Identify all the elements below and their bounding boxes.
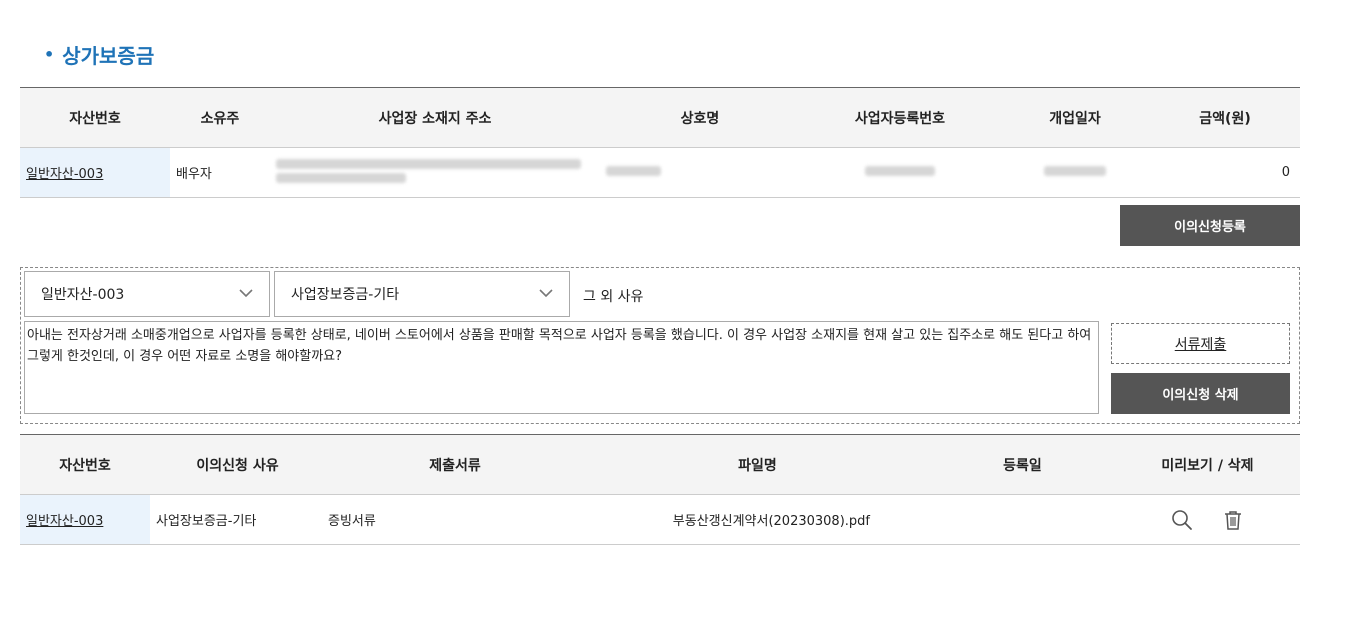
header-asset-no: 자산번호 [20, 87, 170, 148]
header-appeal-reason: 이의신청 사유 [150, 434, 325, 495]
header-open-date: 개업일자 [1000, 87, 1150, 148]
register-appeal-button[interactable]: 이의신청등록 [1120, 205, 1300, 246]
asset-no-link[interactable]: 일반자산-003 [26, 514, 103, 529]
documents-table-header: 자산번호 이의신청 사유 제출서류 파일명 등록일 미리보기 / 삭제 [20, 434, 1300, 495]
header-reg-date: 등록일 [930, 434, 1115, 495]
business-reg-no-cell [800, 147, 1000, 198]
business-name-cell [600, 147, 800, 198]
owner-cell: 배우자 [170, 147, 270, 198]
table-row: 일반자산-003 배우자 0 [20, 147, 1300, 198]
chevron-down-icon [239, 289, 253, 298]
delete-appeal-button[interactable]: 이의신청 삭제 [1111, 373, 1290, 414]
preview-delete-cell [1115, 494, 1300, 545]
redacted-address [276, 158, 600, 187]
bullet-icon: • [44, 45, 55, 64]
header-submitted-docs: 제출서류 [325, 434, 585, 495]
assets-table-header: 자산번호 소유주 사업장 소재지 주소 상호명 사업자등록번호 개업일자 금액(… [20, 87, 1300, 148]
redacted-open-date [1044, 166, 1106, 176]
doc-type-cell: 증빙서류 [325, 494, 585, 545]
section-title-text: 상가보증금 [62, 44, 155, 68]
asset-select[interactable]: 일반자산-003 [24, 271, 270, 317]
header-asset-no: 자산번호 [20, 434, 150, 495]
appeal-form: 일반자산-003 사업장보증금-기타 그 외 사유 아내는 전자상거래 소매중개… [20, 267, 1300, 424]
header-address: 사업장 소재지 주소 [270, 87, 600, 148]
section-title: • 상가보증금 [44, 40, 154, 69]
trash-icon[interactable] [1221, 508, 1245, 532]
header-business-reg-no: 사업자등록번호 [800, 87, 1000, 148]
asset-no-cell: 일반자산-003 [20, 494, 150, 545]
redacted-business-name [606, 166, 661, 176]
submit-documents-button[interactable]: 서류제출 [1111, 323, 1290, 364]
redacted-business-reg-no [865, 166, 935, 176]
reason-other-label: 그 외 사유 [583, 289, 644, 305]
reg-date-cell [930, 494, 1115, 545]
asset-no-cell: 일반자산-003 [20, 147, 170, 198]
amount-cell: 0 [1150, 147, 1300, 198]
reason-select[interactable]: 사업장보증금-기타 [274, 271, 570, 317]
appeal-content-textarea[interactable]: 아내는 전자상거래 소매중개업으로 사업자를 등록한 상태로, 네이버 스토어에… [24, 321, 1099, 414]
table-row: 일반자산-003 사업장보증금-기타 증빙서류 부동산갱신계약서(2023030… [20, 494, 1300, 545]
header-preview-delete: 미리보기 / 삭제 [1115, 434, 1300, 495]
documents-table: 자산번호 이의신청 사유 제출서류 파일명 등록일 미리보기 / 삭제 일반자산… [20, 434, 1300, 545]
header-business-name: 상호명 [600, 87, 800, 148]
asset-no-link[interactable]: 일반자산-003 [26, 167, 103, 182]
chevron-down-icon [539, 289, 553, 298]
search-icon[interactable] [1170, 508, 1194, 532]
header-amount: 금액(원) [1150, 87, 1300, 148]
asset-select-value: 일반자산-003 [41, 287, 125, 303]
file-name-cell: 부동산갱신계약서(20230308).pdf [585, 494, 930, 545]
reason-select-value: 사업장보증금-기타 [291, 287, 400, 303]
header-owner: 소유주 [170, 87, 270, 148]
assets-table: 자산번호 소유주 사업장 소재지 주소 상호명 사업자등록번호 개업일자 금액(… [20, 87, 1300, 198]
header-file-name: 파일명 [585, 434, 930, 495]
open-date-cell [1000, 147, 1150, 198]
address-cell [270, 147, 600, 198]
appeal-reason-cell: 사업장보증금-기타 [150, 494, 325, 545]
